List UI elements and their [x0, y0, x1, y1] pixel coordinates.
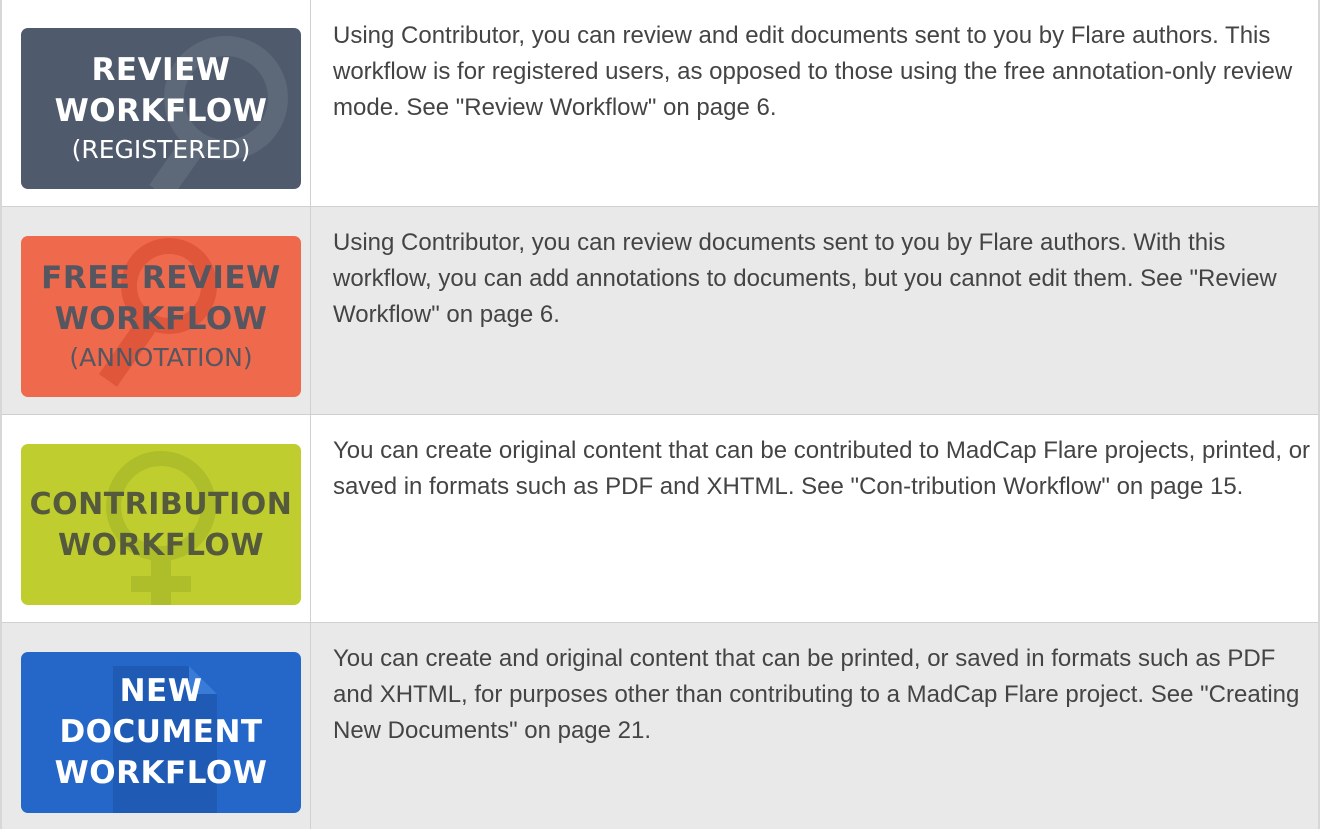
workflow-description: You can create and original content that…: [333, 645, 1300, 744]
badge-title-line-1: REVIEW: [91, 51, 231, 88]
cell-divider: [310, 623, 311, 829]
workflow-table: REVIEW WORKFLOW (REGISTERED) Using Contr…: [0, 0, 1320, 829]
badge-title-line-2: WORKFLOW: [57, 527, 265, 563]
badge-title-line-1: CONTRIBUTION: [29, 486, 293, 522]
workflow-row-free-review: FREE REVIEW WORKFLOW (ANNOTATION) Using …: [2, 207, 1318, 415]
review-workflow-badge: REVIEW WORKFLOW (REGISTERED): [21, 28, 301, 189]
workflow-description: Using Contributor, you can review and ed…: [333, 22, 1293, 121]
badge-subtitle: (REGISTERED): [71, 134, 251, 164]
badge-title-line-1: NEW: [119, 673, 203, 709]
badge-title-line-2: WORKFLOW: [54, 92, 268, 129]
new-document-workflow-badge: NEW DOCUMENT WORKFLOW: [21, 652, 301, 813]
workflow-row-contribution: CONTRIBUTION WORKFLOW You can create ori…: [2, 415, 1318, 623]
badge-title-line-2: WORKFLOW: [54, 300, 268, 337]
badge-title-line-1: FREE REVIEW: [41, 259, 281, 296]
badge-subtitle: (ANNOTATION): [69, 342, 253, 372]
free-review-workflow-badge: FREE REVIEW WORKFLOW (ANNOTATION): [21, 236, 301, 397]
contribution-workflow-badge: CONTRIBUTION WORKFLOW: [21, 444, 301, 605]
workflow-description: You can create original content that can…: [333, 437, 1311, 500]
cell-divider: [310, 207, 311, 414]
badge-title-line-3: WORKFLOW: [54, 755, 268, 791]
workflow-row-new-document: NEW DOCUMENT WORKFLOW You can create and…: [2, 623, 1318, 829]
cell-divider: [310, 0, 311, 206]
badge-title-line-2: DOCUMENT: [59, 714, 263, 750]
workflow-description: Using Contributor, you can review docume…: [333, 229, 1277, 328]
cell-divider: [310, 415, 311, 622]
workflow-row-review-registered: REVIEW WORKFLOW (REGISTERED) Using Contr…: [2, 0, 1318, 207]
